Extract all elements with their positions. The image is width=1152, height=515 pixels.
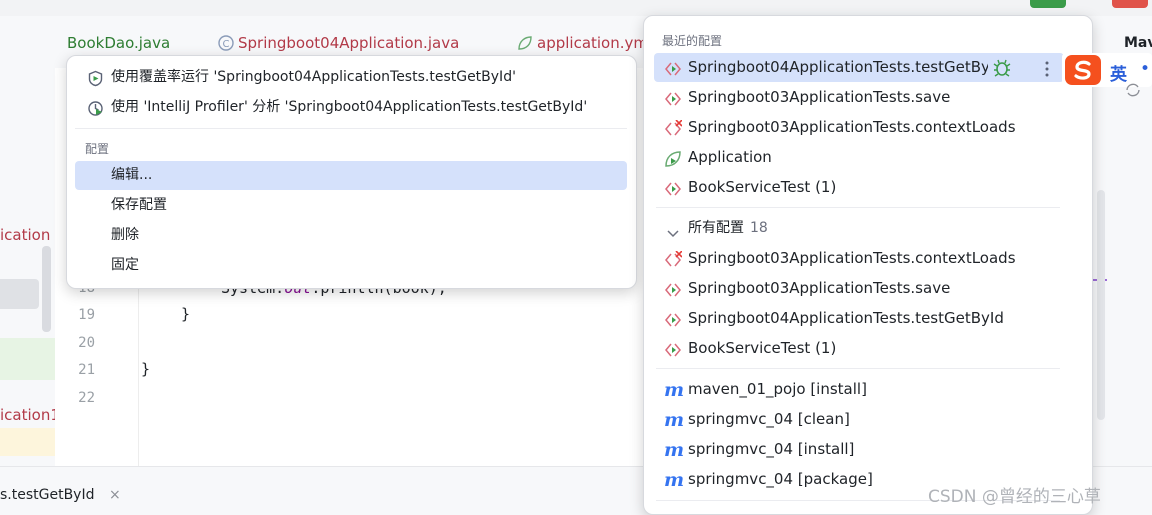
maven-config-item[interactable]: m springmvc_04 [install] [654,435,1064,464]
project-item-green [0,338,55,380]
config-item[interactable]: Springboot03ApplicationTests.save [654,274,1064,303]
maven-icon: m [664,409,685,431]
profiler-icon [87,99,104,116]
junit-icon [664,179,682,197]
chevron-down-icon [666,221,684,239]
run-config-popup: 最近的配置 Springboot04ApplicationTests.testG… [643,15,1093,515]
junit-icon [664,340,682,358]
close-icon[interactable]: × [109,487,121,503]
tab-application-yml[interactable]: application.ym [517,34,648,52]
recent-config-item[interactable]: Springboot04ApplicationTests.testGetBy [654,53,1064,82]
sogou-logo-icon [1065,55,1101,85]
maven-config-item[interactable]: m maven_01_pojo [install] [654,375,1064,404]
junit-icon [664,59,682,77]
code-line-21: } [141,360,151,378]
recent-config-item[interactable]: BookServiceTest (1) [654,173,1064,202]
maven-icon: m [664,469,685,491]
maven-tool-label[interactable]: Mav [1124,35,1152,51]
stop-button[interactable] [1112,0,1148,8]
bottom-tab-run[interactable]: s.testGetById × [0,487,121,503]
junit-icon [664,280,682,298]
config-group-label: 配置 [85,142,110,156]
pin-config-item[interactable]: 固定 [75,251,627,280]
junit-error-icon [664,250,683,268]
recent-configs-label: 最近的配置 [662,34,723,48]
project-item-yellow [0,428,55,456]
line-number: 22 [78,390,95,406]
project-scrollbar[interactable] [42,246,51,332]
spring-class-icon: C [218,35,234,51]
recent-config-item[interactable]: Springboot03ApplicationTests.save [654,83,1064,112]
project-panel: ication ication1 [0,16,60,466]
svg-text:C: C [223,39,230,50]
edit-config-item[interactable]: 编辑... [75,161,627,190]
code-line-19: } [181,305,191,323]
junit-error-icon [664,119,683,137]
line-number: 19 [78,307,95,323]
junit-icon [664,89,682,107]
project-item[interactable]: ication [0,226,50,244]
popup-separator [656,207,1060,208]
coverage-icon [87,69,104,87]
popup-separator [656,368,1060,369]
config-item[interactable]: BookServiceTest (1) [654,334,1064,363]
debug-icon[interactable] [992,58,1012,78]
maven-icon: m [664,439,685,461]
run-button[interactable] [1030,0,1066,8]
spring-leaf-icon [517,35,533,51]
tab-springboot04application[interactable]: C Springboot04Application.java [218,34,459,52]
junit-icon [664,310,682,328]
recent-config-item[interactable]: Springboot03ApplicationTests.contextLoad… [654,113,1064,142]
config-item[interactable]: Springboot03ApplicationTests.contextLoad… [654,244,1064,273]
config-item[interactable]: Springboot04ApplicationTests.testGetById [654,304,1064,333]
watermark: CSDN @曾经的三心草 [928,487,1101,507]
tab-bookdao[interactable]: BookDao.java [67,34,170,52]
run-context-menu: 使用覆盖率运行 'Springboot04ApplicationTests.te… [66,55,637,289]
project-item[interactable]: ication1 [0,406,60,424]
profile-item[interactable]: 使用 'IntelliJ Profiler' 分析 'Springboot04A… [75,93,627,122]
all-configs-header[interactable]: 所有配置 18 [654,214,1064,243]
editor-scrollbar[interactable] [1097,190,1105,420]
ime-dot: • [1140,59,1151,79]
recent-config-item[interactable]: Application [654,143,1064,172]
maven-icon: m [664,379,685,401]
save-config-item[interactable]: 保存配置 [75,191,627,220]
delete-config-item[interactable]: 删除 [75,221,627,250]
spring-boot-icon [664,149,682,167]
menu-separator [75,128,627,129]
refresh-icon[interactable] [1124,82,1142,98]
more-options-icon[interactable] [1044,59,1050,77]
run-with-coverage-item[interactable]: 使用覆盖率运行 'Springboot04ApplicationTests.te… [75,63,627,92]
line-number: 20 [78,335,95,351]
line-number: 21 [78,362,95,378]
maven-config-item[interactable]: m springmvc_04 [clean] [654,405,1064,434]
window-top-strip [0,0,1152,16]
project-item-highlight [0,279,39,309]
